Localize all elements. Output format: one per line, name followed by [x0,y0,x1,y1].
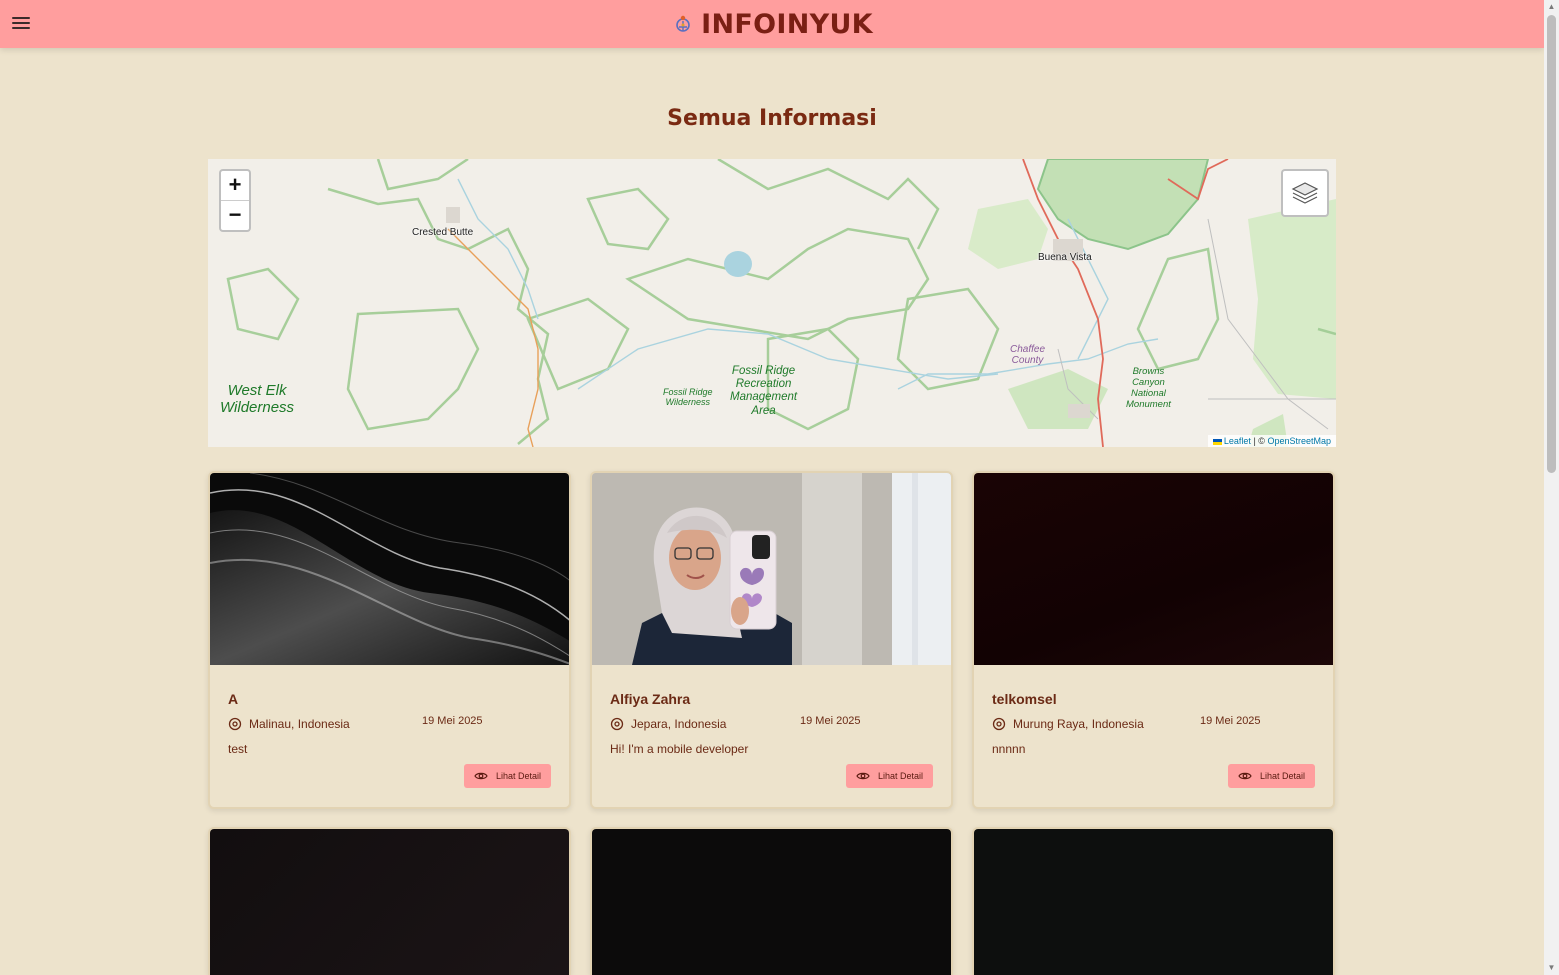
map-park-label: Browns Canyon National Monument [1126,366,1171,410]
map-county-label: Chaffee County [1010,344,1046,366]
card-date: 19 Mei 2025 [1200,715,1261,727]
view-detail-label: Lihat Detail [495,771,541,781]
location-pin-icon [610,717,624,731]
info-card[interactable] [972,827,1335,975]
hamburger-menu-icon[interactable] [12,15,30,33]
view-detail-button[interactable]: Lihat Detail [1227,764,1315,788]
card-image [210,829,569,975]
info-card[interactable]: telkomsel Murung Raya, Indonesia 19 Mei … [972,471,1335,809]
top-navbar: INFOINYUK [0,0,1544,48]
card-location-text: Jepara, Indonesia [631,717,727,731]
card-location: Malinau, Indonesia [228,717,350,731]
view-detail-label: Lihat Detail [877,771,923,781]
view-detail-label: Lihat Detail [1259,771,1305,781]
page-scrollbar[interactable]: ▲ ▼ [1544,0,1559,975]
location-pin-icon [992,717,1006,731]
brand[interactable]: INFOINYUK [671,9,873,40]
brand-name: INFOINYUK [701,8,873,40]
card-description: Hi! I'm a mobile developer [610,742,749,756]
eye-icon [856,772,870,780]
ukraine-flag-icon [1212,438,1222,445]
brand-logo-icon [676,15,690,32]
card-date: 19 Mei 2025 [800,715,861,727]
eye-icon [1238,772,1252,780]
leaflet-link[interactable]: Leaflet [1224,436,1251,446]
card-title: telkomsel [992,691,1057,707]
location-pin-icon [228,717,242,731]
attribution-separator: | © [1253,436,1265,446]
card-image [974,829,1333,975]
map-view[interactable]: + − Crested Butte Buena Vista West Elk Wi… [208,159,1336,447]
card-description: nnnnn [992,742,1026,756]
openstreetmap-link[interactable]: OpenStreetMap [1267,436,1331,446]
map-park-label: Fossil Ridge Wilderness [663,387,713,408]
map-park-label: Fossil Ridge Recreation Management Area [730,365,798,417]
info-card[interactable]: A Malinau, Indonesia 19 Mei 2025 test Li… [208,471,571,809]
card-body: telkomsel Murung Raya, Indonesia 19 Mei … [974,665,1333,806]
card-title: A [228,691,239,707]
map-attribution: Leaflet | © OpenStreetMap [1207,435,1336,447]
scroll-up-arrow-icon[interactable]: ▲ [1547,2,1556,12]
card-image [210,473,569,665]
zoom-in-button[interactable]: + [221,171,249,201]
eye-icon [474,772,488,780]
info-card[interactable]: Alfiya Zahra Jepara, Indonesia 19 Mei 20… [590,471,953,809]
scroll-down-arrow-icon[interactable]: ▼ [1547,963,1556,973]
map-layers-button[interactable] [1281,169,1329,217]
card-location: Jepara, Indonesia [610,717,726,731]
card-image [592,829,951,975]
map-place-label: Buena Vista [1038,252,1092,263]
card-location: Murung Raya, Indonesia [992,717,1144,731]
card-image [592,473,951,665]
map-park-label: West Elk Wilderness [220,382,295,417]
card-image [974,473,1333,665]
view-detail-button[interactable]: Lihat Detail [463,764,551,788]
zoom-out-button[interactable]: − [221,201,249,230]
map-zoom-control: + − [219,169,251,232]
view-detail-button[interactable]: Lihat Detail [845,764,933,788]
page-title: Semua Informasi [667,106,877,131]
card-body: Alfiya Zahra Jepara, Indonesia 19 Mei 20… [592,665,951,806]
scrollbar-thumb[interactable] [1547,15,1556,473]
card-date: 19 Mei 2025 [422,715,483,727]
map-place-label: Crested Butte [412,227,474,238]
info-card[interactable] [208,827,571,975]
layers-icon [1291,182,1319,204]
card-location-text: Murung Raya, Indonesia [1013,717,1144,731]
card-location-text: Malinau, Indonesia [249,717,350,731]
card-body: A Malinau, Indonesia 19 Mei 2025 test Li… [210,665,569,806]
info-card[interactable] [590,827,953,975]
card-title: Alfiya Zahra [610,691,691,707]
card-description: test [228,742,248,756]
